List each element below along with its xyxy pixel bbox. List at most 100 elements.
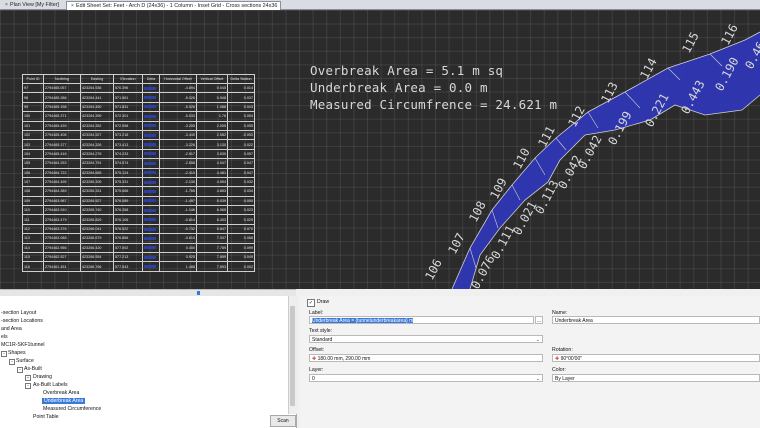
layer-value: 0 [312,376,315,382]
tree-item[interactable]: Measured Circumference [43,406,101,412]
table-row: 109 2794463.987 423265.527 576.089 -1.497 5.0… [22,195,255,207]
pick-point-icon[interactable]: ✚ [312,356,316,361]
table-cell: 423265.305 [80,176,114,188]
tree-item[interactable]: -section Layout [1,310,36,316]
pick-angle-icon[interactable]: ✚ [555,356,559,361]
scan-button[interactable]: Scan [270,415,296,427]
delta-swatch [144,161,156,165]
rotation-field[interactable]: ✚ 90°00'00" [552,354,760,362]
table-header: Horizontal Offset [159,74,197,84]
tree-item[interactable]: Drawing [33,374,52,380]
name-value: Underbreak Area [555,318,593,324]
table-cell: 0.047 [227,167,255,178]
table-cell [142,120,160,131]
layer-select[interactable]: 0 ⌄ [309,374,543,382]
delta-swatch [144,190,156,193]
table-cell: 115 [22,252,44,263]
table-row: 114 2794462.956 423266.420 577.002 0.450 7.78… [22,242,255,254]
table-cell: 423264.665 [80,167,114,178]
label-field[interactable]: Underbreak Area = {tunnelunderbreakarea}… [309,316,534,324]
overbreak-area-label[interactable]: Overbreak Area = 5.1 m sq [310,63,503,78]
table-cell: 2794462.956 [43,242,81,254]
underbreak-area-label[interactable]: Underbreak Area = 0.0 m [310,80,488,95]
delta-swatch [144,246,156,250]
table-row: 116 2794461.451 423266.766 577.543 1.488 7.89… [22,261,255,272]
table-cell: -1.497 [159,195,197,207]
table-cell: 570.396 [113,82,143,94]
point-id-label: 115 [679,30,702,56]
table-cell: -0.615 [159,233,197,244]
table-cell: 571.831 [113,101,143,113]
draw-checkbox[interactable]: ✓ [307,299,315,307]
table-cell: 114 [22,242,44,254]
table-cell: 6.303 [196,214,228,225]
rotation-caption: Rotation: [552,347,573,353]
table-cell: -5.026 [159,92,197,103]
table-cell: 423264.326 [80,139,114,150]
tree-item[interactable]: Overbreak Area [43,390,79,396]
tree-item[interactable]: MC1R-SKF1tunnel [1,342,45,348]
tree-item-selected[interactable]: Underbreak Area [42,398,86,404]
circumference-label[interactable]: Measured Circumfrence = 24.621 m [310,97,557,112]
rotation-value: 90°00'00" [560,356,583,362]
tree-item[interactable]: Shapes [8,350,26,356]
table-row: 104 2794465.416 423264.276 574.233 -2.917 3.6… [22,148,255,160]
close-tab-icon[interactable]: × [70,2,75,10]
tree-item[interactable]: Point Table [33,414,59,419]
offset-field[interactable]: ✚ 180.00 mm, 290.00 mm [309,354,543,362]
collapse-toggle-icon[interactable]: − [25,383,31,389]
table-cell: 7.899 [196,252,228,263]
table-cell: 111 [22,214,44,225]
tab-edit-sheet-set[interactable]: × Edit Sheet Set: Feet - Arch D (24x36) -… [66,1,282,10]
table-cell: 0.068 [227,233,255,244]
table-cell: 0.047 [227,158,255,169]
scrollbar-thumb[interactable] [290,306,295,406]
tree-item[interactable]: As-Built [24,366,42,372]
table-cell: -2.658 [159,158,197,169]
close-tab-icon[interactable]: × [4,1,9,9]
collapse-toggle-icon[interactable]: − [9,359,15,365]
table-cell [142,101,160,113]
tree-item[interactable]: -section Locations [1,318,43,324]
table-cell: 572.958 [113,120,143,131]
text-style-select[interactable]: Standard ⌄ [309,335,543,343]
table-cell: 2794465.439 [43,120,81,131]
tree-vertical-scrollbar[interactable] [288,296,297,414]
tab-label: Edit Sheet Set: Feet - Arch D (24x36) - … [76,3,278,9]
name-field[interactable]: Underbreak Area [552,316,760,324]
expand-toggle-icon[interactable]: + [25,375,31,381]
tree-item[interactable]: els [1,334,8,340]
table-cell [142,242,160,254]
horizontal-scrollbar[interactable] [0,289,296,296]
table-row: 103 2794465.377 423264.326 573.413 -3.226 3.1… [22,139,255,150]
table-cell: 2794463.088 [43,233,81,244]
text-style-caption: Text style: [309,328,333,334]
table-cell: 423264.751 [80,158,114,169]
table-cell: 0.450 [159,242,197,254]
table-cell [142,233,160,244]
tab-plan-view[interactable]: × Plan View [My Filter] [1,1,62,9]
collapse-toggle-icon[interactable]: − [1,351,7,357]
table-cell: 99 [22,101,44,113]
tree-item[interactable]: Surface [16,358,34,364]
label-edit-button[interactable]: … [535,316,543,324]
drawing-canvas[interactable]: 106 107 108 109 110 111 112 113 114 115 116 0.076 0.… [0,10,760,289]
table-cell: 109 [22,195,44,207]
table-header: Point ID [22,74,44,84]
table-cell: 576.106 [113,214,143,225]
table-cell [142,82,160,94]
tree-item[interactable]: As-Built Labels [33,382,68,388]
delta-swatch [144,171,156,175]
table-row: 113 2794463.088 423266.679 576.866 -0.615 7.0… [22,233,255,244]
table-cell: 0.055 [227,120,255,131]
table-cell: 0.049 [227,252,255,263]
table-cell: 2.005 [196,120,228,131]
tree-item[interactable]: and Area [1,326,22,332]
scrollbar-thumb[interactable] [197,291,200,295]
collapse-toggle-icon[interactable]: − [17,367,23,373]
table-cell: 0.925 [159,252,197,263]
color-select[interactable]: By Layer [552,374,760,382]
table-cell: 0.000 [227,195,255,207]
table-cell: 112 [22,223,44,235]
table-cell: 7.789 [196,242,228,254]
